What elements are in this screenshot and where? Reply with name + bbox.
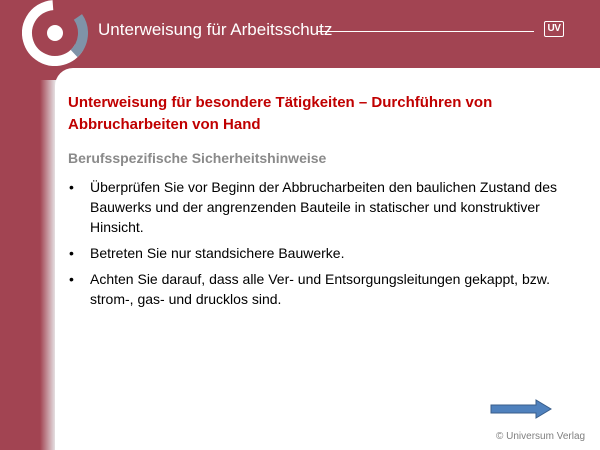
app-title: Unterweisung für Arbeitsschutz: [98, 20, 333, 39]
bullet-icon: •: [69, 179, 74, 195]
list-item: • Überprüfen Sie vor Beginn der Abbrucha…: [68, 177, 568, 237]
header-bar: Unterweisung für Arbeitsschutz UV: [0, 0, 600, 68]
slide-shadow: [40, 80, 56, 450]
bullet-list: • Überprüfen Sie vor Beginn der Abbrucha…: [68, 177, 568, 315]
list-item: • Achten Sie darauf, dass alle Ver- und …: [68, 269, 568, 309]
list-item: • Betreten Sie nur standsichere Bauwerke…: [68, 243, 568, 263]
uv-badge: UV: [544, 21, 564, 37]
slide-title: Unterweisung für besondere Tätigkeiten –…: [68, 94, 493, 133]
logo: [22, 0, 88, 66]
arrow-right-icon[interactable]: [490, 399, 552, 419]
bullet-text: Überprüfen Sie vor Beginn der Abbrucharb…: [90, 179, 557, 235]
bullet-text: Achten Sie darauf, dass alle Ver- und En…: [90, 271, 550, 307]
bullet-icon: •: [69, 271, 74, 287]
header-divider: [318, 31, 534, 32]
bullet-icon: •: [69, 245, 74, 261]
slide-subtitle: Berufsspezifische Sicherheitshinweise: [68, 150, 327, 166]
copyright-notice: © Universum Verlag: [496, 431, 586, 442]
bullet-text: Betreten Sie nur standsichere Bauwerke.: [90, 245, 345, 261]
